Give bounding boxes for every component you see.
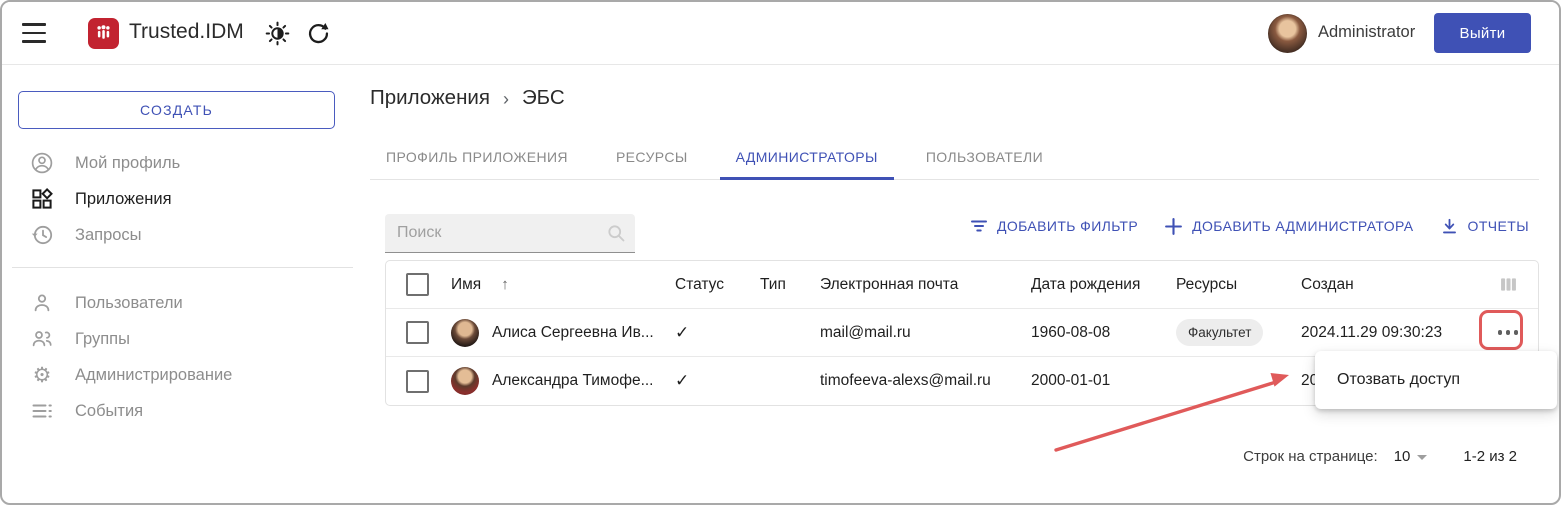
refresh-icon[interactable] bbox=[305, 20, 332, 47]
sidebar-item-users[interactable]: Пользователи bbox=[2, 285, 352, 321]
sidebar-divider bbox=[12, 267, 353, 268]
row-checkbox[interactable] bbox=[406, 370, 429, 393]
resource-badge: Факультет bbox=[1176, 319, 1263, 346]
column-header-label: Имя bbox=[451, 276, 481, 294]
user-avatar[interactable] bbox=[1268, 14, 1307, 53]
sidebar-item-label: События bbox=[75, 402, 143, 421]
add-administrator-label: ДОБАВИТЬ АДМИНИСТРАТОРА bbox=[1192, 218, 1413, 234]
sidebar-item-events[interactable]: События bbox=[2, 393, 352, 429]
apps-grid-icon bbox=[30, 187, 54, 211]
sidebar-item-administration[interactable]: ⚙ Администрирование bbox=[2, 357, 352, 393]
reports-button[interactable]: ОТЧЕТЫ bbox=[1440, 217, 1529, 236]
app-window: Trusted.IDM Administrator Выйти СОЗДАТЬ bbox=[0, 0, 1561, 505]
column-settings-icon[interactable] bbox=[1498, 274, 1519, 295]
tab-resources[interactable]: РЕСУРСЫ bbox=[600, 135, 704, 179]
column-header-resources: Ресурсы bbox=[1164, 276, 1289, 294]
sidebar-item-label: Группы bbox=[75, 330, 130, 349]
person-icon bbox=[30, 291, 54, 315]
event-list-icon bbox=[30, 399, 54, 423]
cell-email: mail@mail.ru bbox=[808, 324, 1019, 342]
tab-users[interactable]: ПОЛЬЗОВАТЕЛИ bbox=[910, 135, 1059, 179]
tab-app-profile[interactable]: ПРОФИЛЬ ПРИЛОЖЕНИЯ bbox=[370, 135, 584, 179]
column-header-birthdate: Дата рождения bbox=[1019, 276, 1164, 294]
user-name: Administrator bbox=[1318, 23, 1415, 42]
cell-birthdate: 1960-08-08 bbox=[1019, 324, 1164, 342]
menu-toggle-icon[interactable] bbox=[22, 23, 46, 43]
app-logo-icon bbox=[88, 18, 119, 49]
add-filter-label: ДОБАВИТЬ ФИЛЬТР bbox=[997, 218, 1138, 234]
sidebar-item-groups[interactable]: Группы bbox=[2, 321, 352, 357]
pagination-range: 1-2 из 2 bbox=[1463, 448, 1517, 465]
column-header-created: Создан bbox=[1289, 276, 1478, 294]
tab-bar: ПРОФИЛЬ ПРИЛОЖЕНИЯ РЕСУРСЫ АДМИНИСТРАТОР… bbox=[370, 135, 1539, 180]
profile-circle-icon bbox=[30, 151, 54, 175]
search-icon bbox=[606, 223, 626, 243]
sort-asc-icon: ↑ bbox=[501, 276, 509, 293]
table-row: Алиса Сергеевна Ив... ✓ mail@mail.ru 196… bbox=[386, 309, 1538, 357]
sidebar-item-label: Пользователи bbox=[75, 294, 183, 313]
sidebar-item-label: Администрирование bbox=[75, 366, 232, 385]
people-group-icon bbox=[30, 327, 54, 351]
breadcrumb: Приложения › ЭБС bbox=[370, 86, 565, 110]
rows-per-page-value: 10 bbox=[1394, 448, 1411, 465]
sidebar-item-requests[interactable]: Запросы bbox=[2, 217, 352, 253]
table-header-row: Имя ↑ Статус Тип Электронная почта Дата … bbox=[386, 261, 1538, 309]
menu-item-revoke-access[interactable]: Отозвать доступ bbox=[1315, 351, 1557, 409]
column-header-name[interactable]: Имя ↑ bbox=[443, 276, 663, 294]
tab-administrators[interactable]: АДМИНИСТРАТОРЫ bbox=[720, 135, 894, 179]
search-field bbox=[385, 214, 635, 253]
cell-birthdate: 2000-01-01 bbox=[1019, 372, 1164, 390]
row-context-menu: Отозвать доступ bbox=[1315, 351, 1557, 409]
add-filter-button[interactable]: ДОБАВИТЬ ФИЛЬТР bbox=[970, 217, 1138, 235]
row-avatar bbox=[451, 367, 479, 395]
sidebar-item-applications[interactable]: Приложения bbox=[2, 181, 352, 217]
cell-name: Алиса Сергеевна Ив... bbox=[492, 324, 654, 342]
row-actions-button[interactable] bbox=[1490, 316, 1526, 350]
sidebar-item-label: Мой профиль bbox=[75, 154, 180, 173]
column-header-type: Тип bbox=[748, 276, 808, 294]
download-icon bbox=[1440, 217, 1459, 236]
pagination: Строк на странице: 10 1-2 из 2 bbox=[1243, 442, 1517, 470]
filter-icon bbox=[970, 217, 988, 235]
chevron-down-icon bbox=[1417, 455, 1427, 460]
column-header-email: Электронная почта bbox=[808, 276, 1019, 294]
cell-created: 2024.11.29 09:30:23 bbox=[1289, 324, 1478, 342]
cell-name: Александра Тимофе... bbox=[492, 372, 654, 390]
app-title: Trusted.IDM bbox=[129, 20, 244, 44]
gear-icon: ⚙ bbox=[30, 363, 54, 387]
search-input[interactable] bbox=[385, 214, 635, 252]
history-clock-icon bbox=[30, 223, 54, 247]
chevron-right-icon: › bbox=[503, 89, 509, 110]
theme-toggle-icon[interactable] bbox=[264, 20, 291, 47]
status-check-icon: ✓ bbox=[675, 323, 689, 343]
plus-icon bbox=[1164, 217, 1183, 236]
rows-per-page-label: Строк на странице: bbox=[1243, 448, 1378, 465]
rows-per-page-select[interactable]: 10 bbox=[1394, 448, 1428, 465]
reports-label: ОТЧЕТЫ bbox=[1468, 218, 1529, 234]
column-header-status: Статус bbox=[663, 276, 748, 294]
logout-button[interactable]: Выйти bbox=[1434, 13, 1531, 53]
cell-email: timofeeva-alexs@mail.ru bbox=[808, 372, 1019, 390]
select-all-checkbox[interactable] bbox=[406, 273, 429, 296]
create-button[interactable]: СОЗДАТЬ bbox=[18, 91, 335, 129]
topbar: Trusted.IDM Administrator Выйти bbox=[2, 2, 1559, 65]
row-avatar bbox=[451, 319, 479, 347]
sidebar-item-label: Приложения bbox=[75, 190, 172, 209]
status-check-icon: ✓ bbox=[675, 371, 689, 391]
table-actions-toolbar: ДОБАВИТЬ ФИЛЬТР ДОБАВИТЬ АДМИНИСТРАТОРА … bbox=[992, 206, 1529, 246]
breadcrumb-current: ЭБС bbox=[522, 86, 565, 110]
sidebar-item-my-profile[interactable]: Мой профиль bbox=[2, 145, 352, 181]
sidebar-item-label: Запросы bbox=[75, 226, 142, 245]
breadcrumb-parent[interactable]: Приложения bbox=[370, 86, 490, 110]
row-checkbox[interactable] bbox=[406, 321, 429, 344]
add-administrator-button[interactable]: ДОБАВИТЬ АДМИНИСТРАТОРА bbox=[1164, 217, 1413, 236]
